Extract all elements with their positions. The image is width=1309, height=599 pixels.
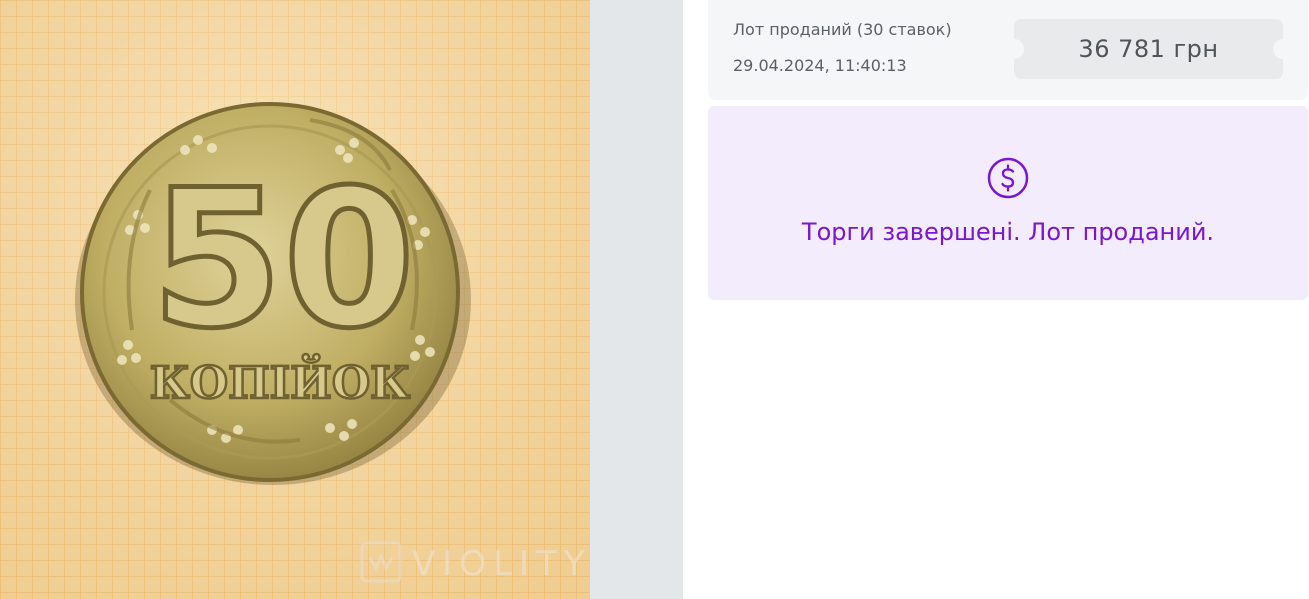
auction-ended-message: Торги завершені. Лот проданий. <box>801 218 1215 246</box>
svg-text:VIOLITY: VIOLITY <box>412 544 590 584</box>
final-price-badge: 36 781 грн <box>1014 19 1283 79</box>
lot-photo[interactable]: 50 КОПІЙОК VIOLITY <box>0 0 590 599</box>
lot-end-date: 29.04.2024, 11:40:13 <box>733 56 907 75</box>
dollar-circle-icon <box>987 157 1029 199</box>
lot-status: Лот проданий (30 ставок) <box>733 20 952 39</box>
final-price: 36 781 грн <box>1078 35 1219 63</box>
lot-sale-info: Лот проданий (30 ставок) 29.04.2024, 11:… <box>708 0 1308 100</box>
coin-image: 50 КОПІЙОК VIOLITY <box>0 0 590 599</box>
coin-denomination: 50 <box>151 149 415 370</box>
gallery-divider <box>590 0 683 599</box>
coin-unit: КОПІЙОК <box>150 353 410 409</box>
auction-ended-notice: Торги завершені. Лот проданий. <box>708 106 1308 300</box>
